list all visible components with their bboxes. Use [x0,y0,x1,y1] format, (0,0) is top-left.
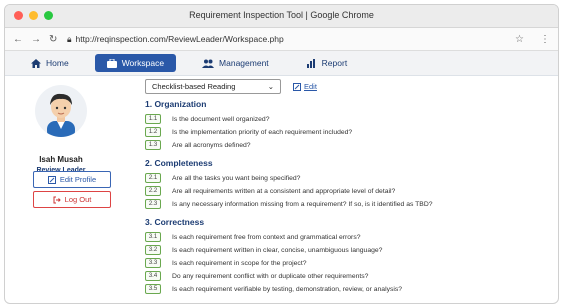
log-out-button[interactable]: Log Out [33,191,111,208]
item-number-badge: 2.3 [145,199,161,209]
checklist-item: 3.5 Is each requirement verifiable by tes… [145,283,402,295]
item-number-badge: 3.1 [145,232,161,242]
item-text: Is the implementation priority of each r… [172,128,353,136]
item-text: Is the document well organized? [172,115,270,123]
home-icon [31,58,41,68]
checklist-item: 2.3 Is any necessary information missing … [145,198,433,210]
item-text: Are all the tasks you want being specifi… [172,174,301,182]
edit-label: Edit [304,82,317,91]
title-bar: Requirement Inspection Tool | Google Chr… [5,5,558,28]
nav-home-label: Home [46,58,69,68]
item-text: Is each requirement verifiable by testin… [172,285,403,293]
nav-report[interactable]: Report [295,54,360,72]
profile-sidebar: Isah Musah Review Leader Reviewer Leader… [5,75,117,303]
section-completeness: 2. Completeness 2.1 Are all the tasks you… [145,158,433,211]
nav-management-label: Management [219,58,269,68]
forward-icon[interactable]: → [31,34,41,45]
checklist-toolbar: Checklist-based Reading ⌄ Edit [145,79,317,94]
section-title: 2. Completeness [145,158,213,168]
checklist-item: 2.2 Are all requirements written at a con… [145,185,433,197]
item-text: Is any necessary information missing fro… [172,200,433,208]
item-number-badge: 2.1 [145,173,161,183]
edit-icon [47,175,56,184]
section-title: 3. Correctness [145,217,205,227]
log-out-label: Log Out [64,195,92,204]
users-icon [202,59,215,68]
item-number-badge: 3.4 [145,271,161,281]
item-text: Are all acronyms defined? [172,141,251,149]
checklist-panel: Checklist-based Reading ⌄ Edit 1. Organi… [145,75,548,303]
item-number-badge: 2.2 [145,186,161,196]
address-bar-row: ← → ↻ 🔒︎ http://reqinspection.com/Review… [5,28,558,51]
reload-icon[interactable]: ↻ [49,34,57,45]
chevron-down-icon: ⌄ [267,82,274,91]
edit-profile-label: Edit Profile [59,175,97,184]
nav-workspace-label: Workspace [121,58,165,68]
item-text: Do any requirement conflict with or dupl… [172,272,369,280]
checklist-item: 1.2 Is the implementation priority of eac… [145,126,352,138]
user-name: Isah Musah [39,155,83,164]
page-content: Isah Musah Review Leader Reviewer Leader… [5,75,558,303]
avatar [35,85,87,137]
checklist-item: 2.1 Are all the tasks you want being spec… [145,172,433,184]
item-text: Are all requirements written at a consis… [172,187,396,195]
item-number-badge: 1.3 [145,140,161,150]
item-text: Is each requirement in scope for the pro… [172,259,307,267]
url-field[interactable]: 🔒︎ http://reqinspection.com/ReviewLeader… [67,34,505,45]
app-navigation: Home Workspace Management Report [5,51,558,76]
checklist-item: 3.1 Is each requirement free from context… [145,231,402,243]
log-out-icon [53,196,61,203]
item-number-badge: 3.3 [145,258,161,268]
nav-workspace[interactable]: Workspace [94,54,177,72]
section-title: 1. Organization [145,99,207,109]
item-number-badge: 3.2 [145,245,161,255]
browser-window: Requirement Inspection Tool | Google Chr… [4,4,559,304]
checklist-item: 1.1 Is the document well organized? [145,113,352,125]
nav-management[interactable]: Management [190,54,281,72]
item-text: Is each requirement written in clear, co… [172,246,383,254]
lock-icon: 🔒︎ [67,33,72,44]
checklist-item: 3.3 Is each requirement in scope for the … [145,257,402,269]
section-organization: 1. Organization 1.1 Is the document well … [145,99,352,152]
nav-home[interactable]: Home [19,54,81,72]
edit-profile-button[interactable]: Edit Profile [33,171,111,188]
item-number-badge: 3.5 [145,284,161,294]
browser-menu-icon[interactable]: ⋮ [540,34,550,45]
reading-technique-value: Checklist-based Reading [152,82,236,91]
nav-report-label: Report [321,58,348,68]
edit-icon [293,82,301,91]
item-number-badge: 1.1 [145,114,161,124]
checklist-item: 1.3 Are all acronyms defined? [145,139,352,151]
bookmark-star-icon[interactable]: ☆ [515,34,524,45]
checklist-item: 3.4 Do any requirement conflict with or d… [145,270,402,282]
checklist-item: 3.2 Is each requirement written in clear,… [145,244,402,256]
user-avatar-icon [47,93,75,137]
url-text: http://reqinspection.com/ReviewLeader/Wo… [75,34,284,44]
item-number-badge: 1.2 [145,127,161,137]
workspace-icon [106,58,117,68]
item-text: Is each requirement free from context an… [172,233,361,241]
chart-icon [306,58,315,68]
window-title: Requirement Inspection Tool | Google Chr… [189,10,374,20]
reading-technique-select[interactable]: Checklist-based Reading ⌄ [145,79,281,94]
section-correctness: 3. Correctness 3.1 Is each requirement fr… [145,217,402,296]
edit-checklist-link[interactable]: Edit [293,82,317,91]
back-icon[interactable]: ← [13,34,23,45]
